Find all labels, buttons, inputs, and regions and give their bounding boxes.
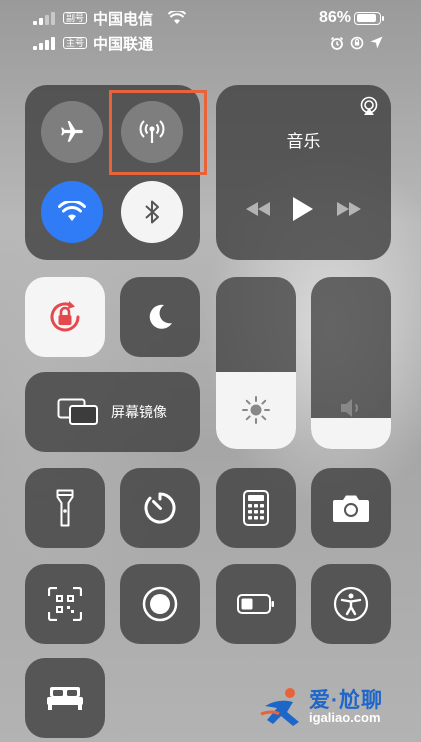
site-watermark: 爱·尬聊 igaliao.com [259, 684, 409, 730]
battery-percentage: 86% [318, 9, 351, 26]
bluetooth-toggle[interactable] [121, 181, 183, 243]
music-title: 音乐 [286, 132, 321, 151]
screen-mirroring-icon [57, 398, 98, 425]
carrier-name: 中国电信 [93, 10, 154, 28]
accessibility-button[interactable] [311, 564, 391, 644]
signal-strength-icon [33, 36, 59, 50]
volume-slider[interactable] [311, 277, 391, 449]
orientation-lock-button[interactable] [25, 277, 105, 357]
wifi-status-icon [168, 11, 186, 24]
bed-icon [47, 687, 83, 710]
low-power-mode-button[interactable] [216, 564, 296, 644]
rotation-lock-status-icon [350, 36, 364, 50]
flashlight-button[interactable] [25, 468, 105, 548]
screen-mirroring-label: 屏幕镜像 [111, 404, 167, 420]
airplane-mode-toggle[interactable] [41, 101, 103, 163]
wifi-toggle[interactable] [41, 181, 103, 243]
camera-icon [333, 495, 369, 522]
screen-mirroring-button[interactable]: 屏幕镜像 [25, 372, 200, 452]
airplay-icon[interactable] [359, 96, 379, 116]
play-icon[interactable] [293, 197, 314, 221]
sleep-mode-button[interactable] [25, 658, 105, 738]
camera-button[interactable] [311, 468, 391, 548]
timer-button[interactable] [120, 468, 200, 548]
speaker-icon [341, 399, 358, 417]
status-bar-row-2: 主号 中国联通 [0, 33, 421, 53]
volume-level-fill [311, 418, 391, 449]
bluetooth-icon [145, 200, 159, 224]
alarm-icon [330, 36, 344, 50]
battery-low-icon [237, 594, 274, 614]
brightness-icon [242, 396, 270, 424]
previous-track-icon[interactable] [245, 202, 270, 216]
watermark-url: igaliao.com [309, 710, 381, 725]
brightness-slider[interactable] [216, 277, 296, 449]
sim-tag: 副号 [63, 12, 88, 24]
timer-icon [144, 492, 176, 524]
flashlight-icon [56, 489, 74, 527]
qr-code-icon [48, 587, 82, 621]
location-icon [370, 36, 383, 49]
next-track-icon[interactable] [337, 202, 362, 216]
wifi-icon [58, 201, 86, 221]
battery-icon [354, 11, 384, 25]
watermark-logo [260, 688, 299, 726]
music-panel: 音乐 [216, 85, 391, 260]
record-icon [142, 586, 178, 622]
moon-icon [149, 304, 172, 329]
orientation-lock-icon [50, 301, 80, 332]
calculator-button[interactable] [216, 468, 296, 548]
screen-recording-button[interactable] [120, 564, 200, 644]
sim-tag: 主号 [63, 37, 88, 49]
carrier-name: 中国联通 [93, 35, 154, 53]
highlight-annotation [109, 90, 207, 175]
do-not-disturb-button[interactable] [120, 277, 200, 357]
accessibility-icon [333, 586, 369, 622]
playback-controls [216, 197, 391, 221]
status-bar-row-1: 副号 中国电信 86% [0, 8, 421, 28]
airplane-icon [61, 121, 83, 142]
signal-strength-icon [33, 11, 59, 25]
qr-scanner-button[interactable] [25, 564, 105, 644]
status-icons [330, 36, 383, 50]
calculator-icon [243, 490, 269, 526]
